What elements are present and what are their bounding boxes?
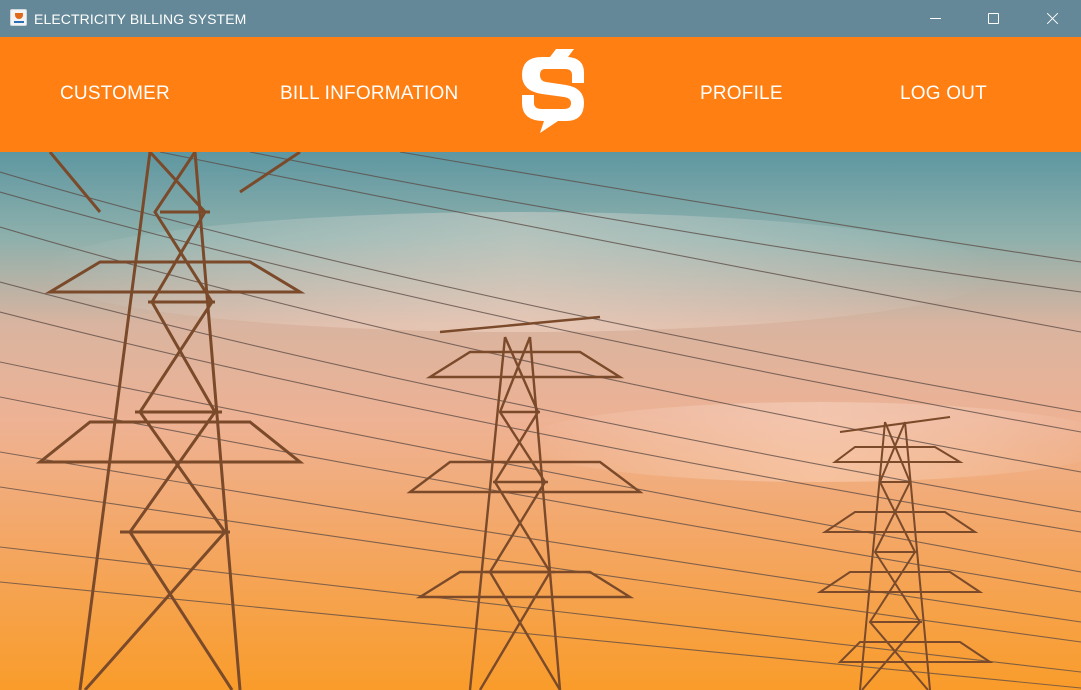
close-icon xyxy=(1046,12,1059,25)
minimize-icon xyxy=(929,18,941,19)
close-button[interactable] xyxy=(1023,0,1081,37)
window-title: ELECTRICITY BILLING SYSTEM xyxy=(34,11,247,27)
app-window: ELECTRICITY BILLING SYSTEM CUSTOMER BILL… xyxy=(0,0,1081,690)
nav-logout[interactable]: LOG OUT xyxy=(900,83,987,105)
nav-customer[interactable]: CUSTOMER xyxy=(60,83,170,105)
maximize-button[interactable] xyxy=(964,0,1022,37)
nav-bill-information[interactable]: BILL INFORMATION xyxy=(280,83,458,105)
background-image xyxy=(0,152,1081,690)
maximize-icon xyxy=(987,13,999,24)
lightning-bolt-logo-icon xyxy=(522,49,585,133)
java-cup-icon xyxy=(10,9,27,26)
title-bar[interactable]: ELECTRICITY BILLING SYSTEM xyxy=(0,0,1081,37)
nav-profile[interactable]: PROFILE xyxy=(700,83,783,105)
minimize-button[interactable] xyxy=(906,0,964,37)
nav-bar: CUSTOMER BILL INFORMATION PROFILE LOG OU… xyxy=(0,37,1081,152)
